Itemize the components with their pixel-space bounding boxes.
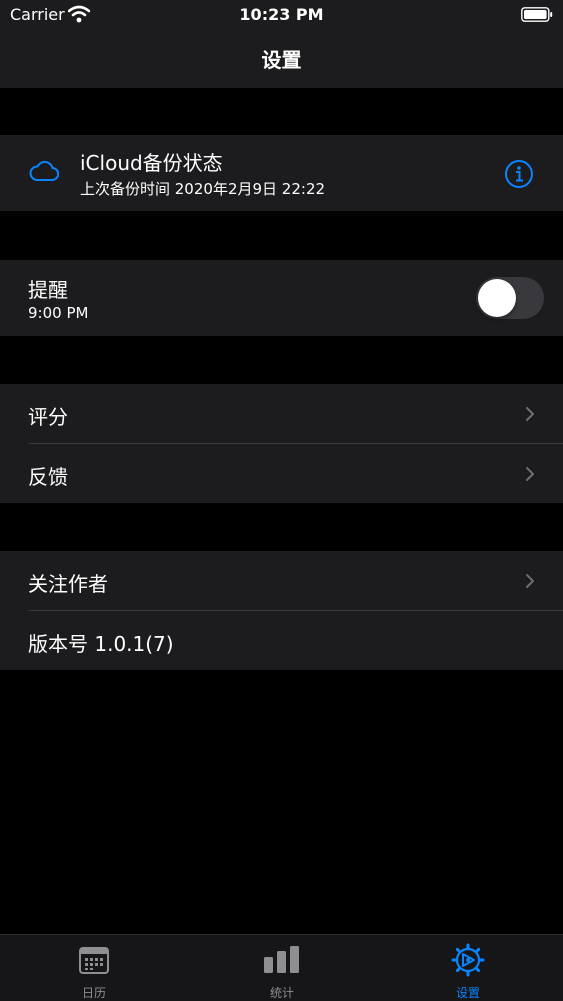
clock: 10:23 PM (239, 5, 324, 24)
feedback-cell[interactable]: 反馈 (0, 444, 563, 503)
chevron-right-icon (526, 467, 534, 481)
icloud-subtitle: 上次备份时间 2020年2月9日 22:22 (80, 180, 326, 198)
icloud-title: iCloud备份状态 (80, 151, 223, 175)
page-title: 设置 (261, 48, 302, 72)
tab-calendar[interactable]: 日历 (34, 935, 154, 1001)
navigation-bar: 设置 (0, 30, 563, 88)
chevron-right-icon (526, 407, 534, 421)
status-bar: Carrier 10:23 PM (0, 0, 563, 30)
reminder-title: 提醒 (28, 278, 68, 302)
tab-statistics[interactable]: 统计 (222, 935, 342, 1001)
tab-settings[interactable]: 设置 (408, 935, 528, 1001)
tab-bar: 日历 统计 设置 (0, 934, 563, 1001)
rate-cell[interactable]: 评分 (0, 384, 563, 444)
tab-statistics-label: 统计 (269, 986, 294, 1000)
reminder-time: 9:00 PM (28, 304, 89, 322)
tab-calendar-label: 日历 (81, 986, 106, 1000)
version-label: 版本号 1.0.1(7) (28, 632, 174, 656)
calendar-icon (79, 947, 109, 974)
reminder-cell: 提醒 9:00 PM (0, 260, 563, 336)
chevron-right-icon (526, 574, 534, 588)
follow-author-cell[interactable]: 关注作者 (0, 551, 563, 611)
feedback-label: 反馈 (28, 465, 68, 489)
icloud-backup-cell[interactable]: iCloud备份状态 上次备份时间 2020年2月9日 22:22 (0, 135, 563, 211)
bar-chart-icon (264, 946, 299, 973)
follow-author-label: 关注作者 (28, 572, 108, 596)
cloud-icon (29, 160, 59, 181)
rate-label: 评分 (28, 405, 68, 429)
info-icon[interactable] (504, 159, 534, 189)
toggle-knob (478, 279, 516, 317)
version-cell: 版本号 1.0.1(7) (0, 611, 563, 670)
battery-icon (521, 7, 553, 22)
tab-settings-label: 设置 (455, 986, 480, 1000)
reminder-toggle[interactable] (476, 277, 544, 319)
settings-icon (451, 943, 485, 977)
